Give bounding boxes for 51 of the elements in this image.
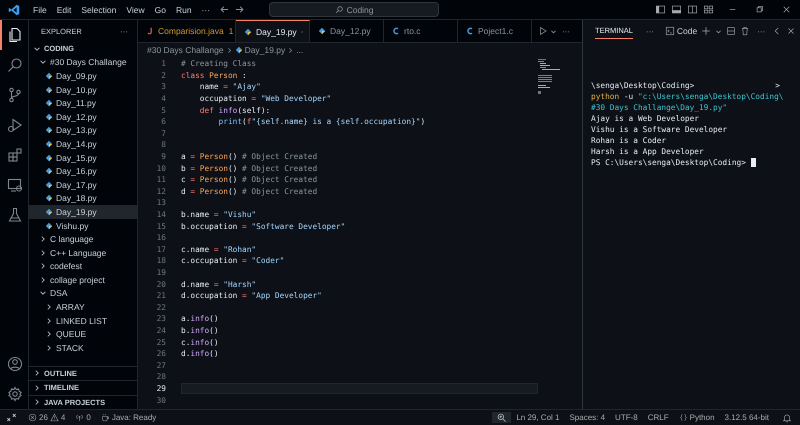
tree-item[interactable]: Day_12.py — [29, 110, 137, 124]
tree-item[interactable]: Day_11.py — [29, 96, 137, 110]
problems-button[interactable]: 26 4 — [23, 413, 70, 422]
line-ending-button[interactable]: CRLF — [642, 413, 674, 422]
menu-item[interactable]: Edit — [52, 4, 76, 14]
interpreter-button[interactable]: 3.12.5 64-bit — [720, 413, 774, 422]
tree-item[interactable]: C++ Language — [29, 246, 137, 260]
menu-item[interactable]: Run — [170, 4, 197, 14]
tree-item[interactable]: Vishu.py — [29, 218, 137, 232]
menu-item[interactable]: View — [121, 4, 150, 14]
breadcrumb-item[interactable]: Day_19.py — [244, 45, 286, 55]
editor-tab[interactable]: Day_12.py — [310, 20, 384, 42]
tree-item[interactable]: codefest — [29, 260, 137, 274]
language-mode-button[interactable]: Python — [674, 413, 720, 422]
tree-item[interactable]: C language — [29, 232, 137, 246]
menu-item[interactable]: Selection — [76, 4, 122, 14]
menu-item[interactable]: Go — [150, 4, 171, 14]
editor-tab[interactable]: Poject1.c — [458, 20, 532, 42]
tree-item[interactable]: DSA — [29, 286, 137, 300]
cursor-position-button[interactable]: Ln 29, Col 1 — [511, 413, 564, 422]
tree-item[interactable]: Day_15.py — [29, 150, 137, 164]
tree-item[interactable]: Day_09.py — [29, 69, 137, 83]
tree-item[interactable]: LINKED LIST — [29, 314, 137, 328]
more-actions-button[interactable]: ··· — [754, 26, 768, 36]
terminal-profile-button[interactable]: Code — [664, 26, 698, 36]
java-status-button[interactable]: Java: Ready — [96, 413, 162, 422]
tree-item[interactable]: #30 Days Challange — [29, 56, 137, 70]
tree-item[interactable]: ARRAY — [29, 300, 137, 314]
tree-item[interactable]: collage project — [29, 273, 137, 287]
menu-item[interactable]: ··· — [196, 4, 216, 14]
indentation-button[interactable]: Spaces: 4 — [564, 413, 610, 422]
tree-item[interactable]: Day_19.py — [29, 205, 137, 219]
editor-tab[interactable]: Day_19.py — [236, 20, 310, 42]
breadcrumb-item[interactable]: ... — [296, 45, 304, 55]
editor-tab[interactable]: rto.c — [384, 20, 458, 42]
tree-item[interactable]: Day_10.py — [29, 82, 137, 96]
tree-item[interactable]: Day_14.py — [29, 137, 137, 151]
encoding-button[interactable]: UTF-8 — [610, 413, 643, 422]
tree-item[interactable]: Day_18.py — [29, 192, 137, 206]
tree-item[interactable]: Day_16.py — [29, 164, 137, 178]
tree-item[interactable]: Day_17.py — [29, 178, 137, 192]
tree-item[interactable]: Day_13.py — [29, 124, 137, 138]
tree-item[interactable]: QUEUE — [29, 327, 137, 342]
menu-item[interactable]: File — [28, 4, 52, 14]
more-actions-button[interactable]: ··· — [559, 26, 573, 36]
search-field[interactable]: Coding — [269, 2, 440, 17]
breadcrumb-item[interactable]: #30 Days Challange — [147, 45, 224, 55]
ports-button[interactable]: 0 — [70, 413, 96, 422]
tree-item[interactable]: STACK — [29, 341, 137, 355]
more-actions-button[interactable]: ··· — [642, 26, 657, 36]
more-actions-button[interactable]: ··· — [117, 26, 131, 36]
